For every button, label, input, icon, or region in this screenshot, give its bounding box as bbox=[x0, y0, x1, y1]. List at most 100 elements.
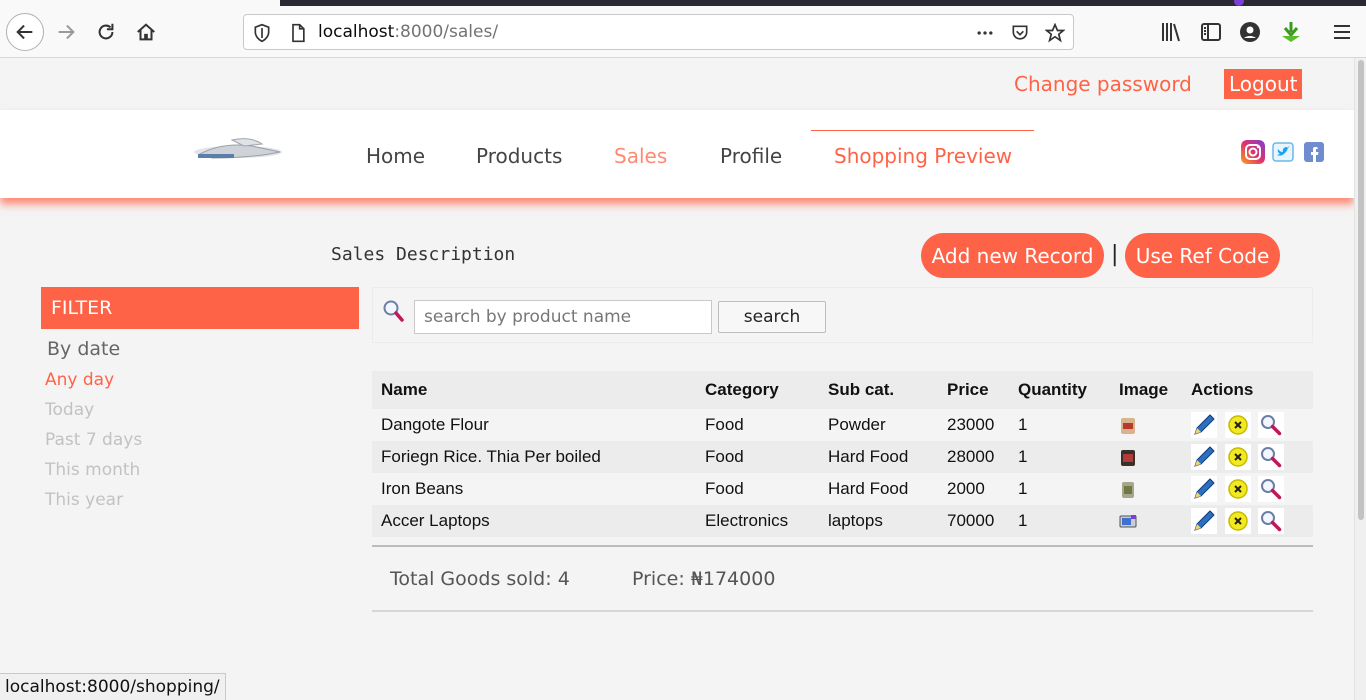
filter-past-7-days[interactable]: Past 7 days bbox=[45, 430, 142, 450]
delete-x-icon[interactable] bbox=[1224, 508, 1251, 534]
menu-hamburger-icon[interactable] bbox=[1330, 20, 1354, 44]
view-magnifier-icon[interactable] bbox=[1258, 508, 1285, 534]
url-text[interactable]: localhost:8000/sales/ bbox=[318, 22, 498, 42]
shopping-preview-hover-line bbox=[811, 130, 1034, 131]
product-thumbnail[interactable] bbox=[1119, 481, 1137, 499]
search-input[interactable] bbox=[414, 300, 712, 334]
cell-actions bbox=[1182, 505, 1313, 537]
forward-arrow-icon bbox=[58, 24, 75, 40]
cell-price: 23000 bbox=[947, 415, 995, 434]
nav-sales[interactable]: Sales bbox=[614, 144, 667, 168]
shield-icon[interactable] bbox=[252, 23, 272, 43]
cell-category: Food bbox=[705, 415, 744, 434]
use-ref-code-button[interactable]: Use Ref Code bbox=[1125, 233, 1280, 278]
search-button[interactable]: search bbox=[718, 301, 826, 333]
nav-profile[interactable]: Profile bbox=[720, 144, 782, 168]
col-header-actions: Actions bbox=[1182, 371, 1313, 409]
site-logo[interactable] bbox=[192, 134, 286, 168]
cell-actions bbox=[1182, 473, 1313, 505]
back-arrow-icon bbox=[16, 24, 33, 40]
edit-pencil-icon[interactable] bbox=[1191, 508, 1217, 534]
cell-image bbox=[1110, 441, 1182, 473]
cell-price: 2000 bbox=[947, 479, 985, 498]
by-date-label: By date bbox=[47, 338, 121, 360]
bookmark-star-icon[interactable] bbox=[1045, 23, 1065, 43]
change-password-link[interactable]: Change password bbox=[1014, 72, 1192, 96]
col-header-image: Image bbox=[1110, 371, 1182, 409]
filter-header: FILTER bbox=[41, 287, 359, 329]
page-icon[interactable] bbox=[288, 23, 308, 43]
instagram-icon[interactable] bbox=[1241, 140, 1265, 164]
table-row: Foriegn Rice. Thia Per boiled Food Hard … bbox=[372, 441, 1313, 473]
site-header: Home Products Sales Profile Shopping Pre… bbox=[0, 110, 1354, 198]
cell-subcat: laptops bbox=[819, 505, 938, 537]
table-bottom-rule bbox=[372, 545, 1313, 547]
add-new-record-button[interactable]: Add new Record bbox=[921, 233, 1104, 278]
edit-pencil-icon[interactable] bbox=[1191, 476, 1217, 502]
view-magnifier-icon[interactable] bbox=[1258, 476, 1285, 502]
nav-shopping-preview[interactable]: Shopping Preview bbox=[834, 144, 1012, 168]
url-host: localhost bbox=[318, 22, 395, 42]
cell-category: Food bbox=[705, 479, 744, 498]
edit-pencil-icon[interactable] bbox=[1191, 444, 1217, 470]
nav-products[interactable]: Products bbox=[476, 144, 562, 168]
forward-button[interactable] bbox=[47, 13, 85, 51]
library-icon[interactable] bbox=[1159, 20, 1183, 44]
cell-actions bbox=[1182, 409, 1313, 441]
edit-pencil-icon[interactable] bbox=[1191, 412, 1217, 438]
download-extension-icon[interactable] bbox=[1279, 20, 1303, 44]
account-icon[interactable] bbox=[1238, 20, 1262, 44]
reload-button[interactable] bbox=[87, 13, 125, 51]
cell-actions bbox=[1182, 441, 1313, 473]
address-bar[interactable]: localhost:8000/sales/ bbox=[243, 14, 1074, 50]
cell-image bbox=[1110, 409, 1182, 441]
table-row: Accer Laptops Electronics laptops 70000 … bbox=[372, 505, 1313, 537]
back-button[interactable] bbox=[6, 13, 44, 51]
scrollbar-thumb[interactable] bbox=[1358, 60, 1364, 520]
product-thumbnail[interactable] bbox=[1119, 513, 1137, 531]
cell-quantity: 1 bbox=[1009, 505, 1110, 537]
pocket-icon[interactable] bbox=[1010, 23, 1030, 43]
view-magnifier-icon[interactable] bbox=[1258, 412, 1285, 438]
cell-category: Electronics bbox=[696, 505, 819, 537]
view-magnifier-icon[interactable] bbox=[1258, 444, 1285, 470]
filter-any-day[interactable]: Any day bbox=[45, 370, 114, 390]
delete-x-icon[interactable] bbox=[1224, 412, 1251, 438]
cell-name: Dangote Flour bbox=[381, 415, 489, 434]
sales-description-heading: Sales Description bbox=[331, 244, 516, 265]
page: Change password Logout Home Products Sal… bbox=[0, 58, 1354, 700]
delete-x-icon[interactable] bbox=[1224, 476, 1251, 502]
cell-quantity: 1 bbox=[1018, 479, 1028, 498]
cell-subcat: Hard Food bbox=[828, 479, 909, 498]
browser-titlebar-strip bbox=[280, 0, 1366, 6]
home-button[interactable] bbox=[127, 13, 165, 51]
product-thumbnail[interactable] bbox=[1119, 449, 1137, 467]
link-status-bar: localhost:8000/shopping/ bbox=[0, 673, 226, 700]
col-header-category: Category bbox=[696, 371, 819, 409]
browser-toolbar: localhost:8000/sales/ bbox=[0, 0, 1366, 58]
logout-button[interactable]: Logout bbox=[1224, 69, 1303, 99]
product-thumbnail[interactable] bbox=[1119, 417, 1137, 435]
filter-this-year[interactable]: This year bbox=[45, 490, 123, 510]
reload-icon bbox=[98, 23, 114, 40]
delete-x-icon[interactable] bbox=[1224, 444, 1251, 470]
cell-quantity: 1 bbox=[1018, 415, 1028, 434]
totals-bottom-rule bbox=[372, 610, 1313, 612]
home-icon bbox=[137, 23, 155, 41]
button-separator: | bbox=[1111, 242, 1119, 267]
cell-price: 70000 bbox=[938, 505, 1009, 537]
twitter-icon[interactable] bbox=[1271, 140, 1295, 164]
nav-home[interactable]: Home bbox=[366, 144, 425, 168]
filter-today[interactable]: Today bbox=[45, 400, 94, 420]
table-row: Iron Beans Food Hard Food 2000 1 bbox=[372, 473, 1313, 505]
more-dots-icon[interactable] bbox=[975, 23, 995, 43]
cell-name: Foriegn Rice. Thia Per boiled bbox=[372, 441, 696, 473]
total-goods-sold: Total Goods sold: 4 bbox=[390, 568, 570, 590]
page-scrollbar[interactable] bbox=[1354, 58, 1366, 700]
sidebar-icon[interactable] bbox=[1199, 20, 1223, 44]
titlebar-indicator bbox=[1234, 0, 1244, 6]
filter-this-month[interactable]: This month bbox=[45, 460, 140, 480]
cell-subcat: Hard Food bbox=[819, 441, 938, 473]
facebook-icon[interactable] bbox=[1302, 140, 1326, 164]
cell-name: Accer Laptops bbox=[372, 505, 696, 537]
